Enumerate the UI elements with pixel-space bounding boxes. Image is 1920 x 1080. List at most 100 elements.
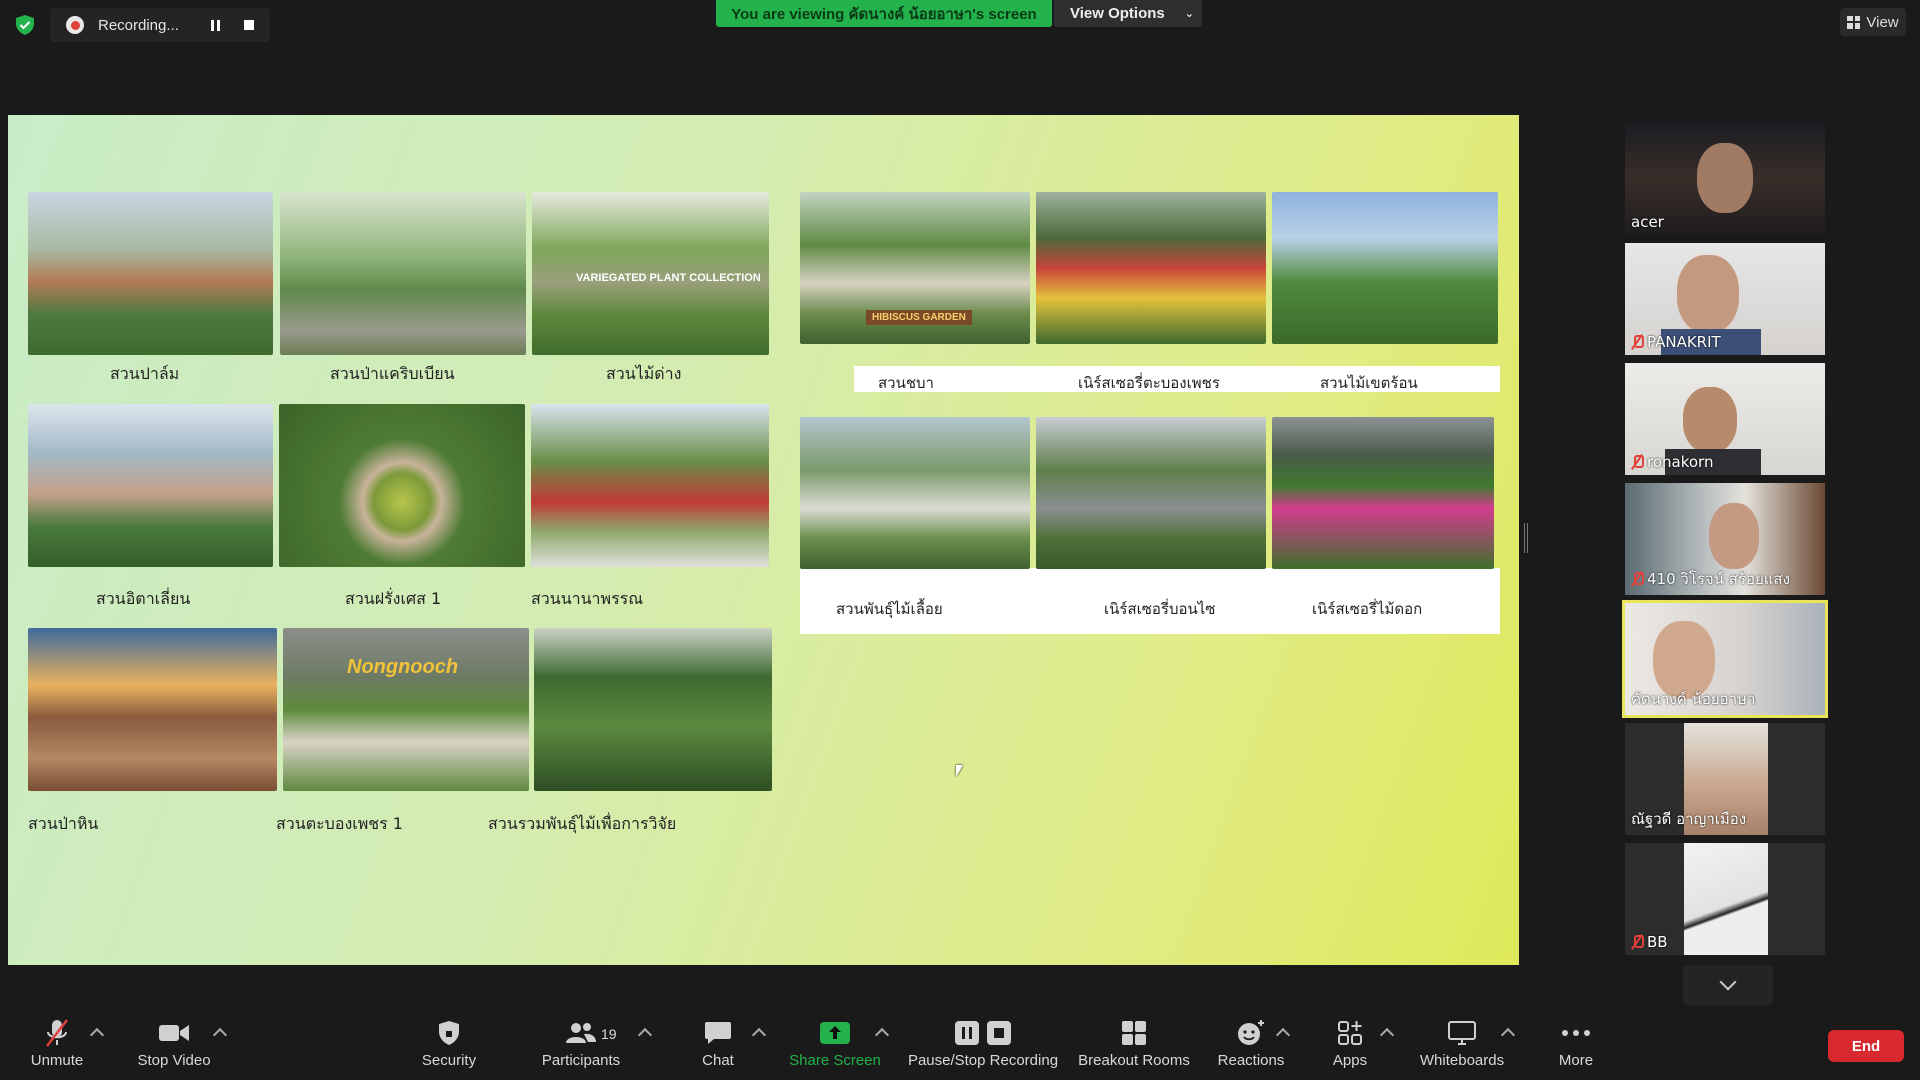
- caption: สวนอิตาเลี่ยน: [96, 589, 191, 608]
- apps-options-caret[interactable]: [1379, 1027, 1395, 1043]
- participants-options-caret[interactable]: [637, 1027, 653, 1043]
- stop-recording-icon: [987, 1021, 1011, 1045]
- audio-options-caret[interactable]: [89, 1027, 105, 1043]
- photo-stone-garden: [28, 628, 277, 791]
- recording-indicator: Recording...: [50, 8, 270, 42]
- photo-bonsai-nursery: [1036, 417, 1266, 569]
- muted-mic-icon: [1631, 572, 1644, 586]
- photo-italian-garden: [28, 404, 273, 567]
- participant-tile[interactable]: ronakorn: [1625, 363, 1825, 475]
- gallery-scroll-down-button[interactable]: [1683, 965, 1773, 1005]
- view-label: View: [1866, 13, 1899, 31]
- shared-screen: VARIEGATED PLANT COLLECTION Nongnooch สว…: [8, 115, 1519, 965]
- security-button[interactable]: Security: [414, 1018, 484, 1076]
- microphone-muted-icon: [46, 1019, 68, 1047]
- participants-label: Participants: [541, 1052, 621, 1069]
- video-options-caret[interactable]: [212, 1027, 228, 1043]
- participant-tile[interactable]: acer: [1625, 123, 1825, 235]
- participants-count: 19: [601, 1026, 617, 1042]
- caption: สวนป่าหิน: [28, 814, 99, 833]
- photo-cactus-nursery: [1036, 192, 1266, 344]
- participant-tile[interactable]: PANAKRIT: [1625, 243, 1825, 355]
- caption: สวนฝรั่งเศส 1: [345, 589, 442, 608]
- view-options-button[interactable]: View Options ⌄: [1054, 0, 1202, 27]
- caption: สวนป่าแคริบเบียน: [330, 364, 455, 383]
- security-label: Security: [421, 1052, 477, 1069]
- caption: สวนนานาพรรณ: [531, 589, 644, 608]
- participant-name: ณัฐวดี อาญาเมือง: [1631, 810, 1747, 828]
- avatar: [1697, 143, 1753, 213]
- stop-video-label: Stop Video: [137, 1052, 211, 1069]
- sign-text: Nongnooch: [347, 656, 459, 678]
- photo-tropical-garden: [1272, 192, 1498, 344]
- photo-research-garden: [534, 628, 772, 791]
- encryption-shield-icon[interactable]: [14, 14, 36, 36]
- caption: สวนรวมพันธุ์ไม้เพื่อการวิจัย: [488, 814, 677, 833]
- avatar: [1677, 255, 1739, 333]
- muted-mic-icon: [1631, 455, 1644, 469]
- video-feed: [1684, 843, 1768, 955]
- pause-stop-recording-button[interactable]: Pause/Stop Recording: [906, 1018, 1060, 1076]
- caption: สวนพันธุ์ไม้เลื้อย: [836, 600, 943, 618]
- caption: สวนไม้ด่าง: [606, 364, 682, 383]
- participant-tile[interactable]: 410 วิโรจน์ สร้อยแสง: [1625, 483, 1825, 595]
- view-button[interactable]: View: [1840, 8, 1906, 36]
- avatar: [1683, 387, 1737, 453]
- pause-icon: [210, 19, 220, 31]
- breakout-rooms-label: Breakout Rooms: [1078, 1052, 1190, 1069]
- recording-dot-icon: [66, 16, 84, 34]
- stop-recording-button[interactable]: [236, 12, 262, 38]
- caption: เนิร์สเซอรี่ตะบองเพชร: [1078, 374, 1220, 392]
- breakout-rooms-icon: [1122, 1021, 1146, 1045]
- pause-recording-button[interactable]: [202, 12, 228, 38]
- unmute-label: Unmute: [30, 1052, 84, 1069]
- sign-text: VARIEGATED PLANT COLLECTION: [576, 272, 761, 284]
- participant-name: คัดนางค์ น้อยอาษา: [1631, 690, 1756, 708]
- more-button[interactable]: More: [1556, 1018, 1596, 1076]
- chevron-down-icon: ⌄: [1184, 8, 1194, 20]
- share-screen-button[interactable]: Share Screen: [789, 1018, 881, 1076]
- participant-tile[interactable]: BB: [1625, 843, 1825, 955]
- stop-icon: [244, 20, 254, 30]
- meeting-toolbar: Unmute Stop Video Security Participants …: [0, 1010, 1920, 1080]
- photo-caribbean-garden: [280, 192, 526, 355]
- participant-name: PANAKRIT: [1631, 333, 1721, 351]
- pause-stop-recording-label: Pause/Stop Recording: [907, 1052, 1059, 1069]
- recording-label: Recording...: [98, 16, 179, 34]
- unmute-button[interactable]: Unmute: [22, 1018, 92, 1076]
- security-shield-icon: [439, 1021, 459, 1045]
- view-options-label: View Options: [1070, 5, 1165, 22]
- caption: เนิร์สเซอรี่บอนไซ: [1104, 600, 1216, 618]
- apps-icon: [1338, 1021, 1362, 1045]
- caption: สวนปาล์ม: [110, 364, 180, 383]
- more-label: More: [1558, 1052, 1594, 1069]
- participant-name: ronakorn: [1631, 453, 1713, 471]
- chat-options-caret[interactable]: [751, 1027, 767, 1043]
- photo-flower-nursery: [1272, 417, 1494, 569]
- photo-hibiscus-garden: HIBISCUS GARDEN: [800, 192, 1030, 344]
- apps-button[interactable]: Apps: [1330, 1018, 1370, 1076]
- pause-recording-icon: [955, 1021, 979, 1045]
- grid-view-icon: [1847, 15, 1861, 29]
- photo-climber-garden: [800, 417, 1030, 569]
- caption: สวนไม้เขตร้อน: [1320, 374, 1418, 392]
- viewing-banner: You are viewing คัดนางค์ น้อยอาษา's scre…: [716, 0, 1052, 27]
- end-meeting-button[interactable]: End: [1828, 1030, 1904, 1062]
- smiley-plus-icon: [1238, 1020, 1264, 1045]
- split-divider-handle[interactable]: [1524, 523, 1528, 553]
- muted-mic-icon: [1631, 335, 1644, 349]
- stop-video-button[interactable]: Stop Video: [134, 1018, 214, 1076]
- whiteboards-button[interactable]: Whiteboards: [1414, 1018, 1510, 1076]
- photo-various-plants-garden: [531, 404, 769, 567]
- top-bar: Recording... You are viewing คัดนางค์ น้…: [0, 0, 1920, 50]
- breakout-rooms-button[interactable]: Breakout Rooms: [1078, 1018, 1190, 1076]
- muted-mic-icon: [1631, 935, 1644, 949]
- reactions-button[interactable]: Reactions: [1216, 1018, 1286, 1076]
- chat-button[interactable]: Chat: [698, 1018, 738, 1076]
- participant-name: BB: [1631, 933, 1668, 951]
- photo-variegated-garden: VARIEGATED PLANT COLLECTION: [532, 192, 769, 355]
- participant-name: acer: [1631, 213, 1664, 231]
- chat-label: Chat: [702, 1052, 734, 1069]
- participant-tile[interactable]: ณัฐวดี อาญาเมือง: [1625, 723, 1825, 835]
- participant-tile-active-speaker[interactable]: คัดนางค์ น้อยอาษา: [1622, 600, 1828, 718]
